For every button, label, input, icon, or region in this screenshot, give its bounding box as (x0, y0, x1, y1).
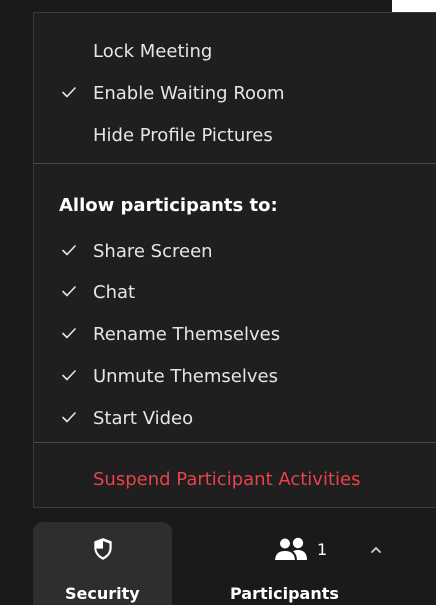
check-icon (61, 367, 77, 383)
menu-item-label: Rename Themselves (93, 324, 281, 345)
section-header: Allow participants to: (59, 195, 278, 216)
shield-icon (90, 536, 116, 566)
menu-divider (34, 163, 436, 164)
window-edge (392, 0, 436, 12)
menu-item-label: Lock Meeting (93, 41, 213, 62)
menu-item-enable-waiting-room[interactable]: Enable Waiting Room (34, 74, 436, 114)
participants-count: 1 (317, 540, 328, 559)
menu-item-share-screen[interactable]: Share Screen (34, 232, 436, 272)
meeting-toolbar: Security 1 Participants (30, 508, 436, 605)
menu-item-lock-meeting[interactable]: Lock Meeting (34, 32, 436, 72)
menu-item-label: Share Screen (93, 241, 213, 262)
menu-item-unmute-themselves[interactable]: Unmute Themselves (34, 357, 436, 397)
security-button-label: Security (65, 584, 140, 603)
menu-item-suspend-participant-activities[interactable]: Suspend Participant Activities (34, 460, 436, 500)
menu-item-label: Hide Profile Pictures (93, 125, 273, 146)
menu-item-label: Start Video (93, 408, 194, 429)
menu-item-hide-profile-pictures[interactable]: Hide Profile Pictures (34, 116, 436, 156)
menu-item-label: Chat (93, 282, 136, 303)
menu-item-label: Suspend Participant Activities (93, 469, 361, 490)
check-icon (61, 325, 77, 341)
people-icon (272, 536, 312, 566)
check-icon (61, 283, 77, 299)
security-menu: Lock Meeting Enable Waiting Room Hide Pr… (33, 12, 436, 508)
chevron-up-icon[interactable] (367, 541, 385, 559)
security-button[interactable]: Security (33, 522, 172, 605)
check-icon (61, 84, 77, 100)
menu-item-chat[interactable]: Chat (34, 273, 436, 313)
menu-item-label: Enable Waiting Room (93, 83, 285, 104)
menu-item-label: Unmute Themselves (93, 366, 278, 387)
check-icon (61, 242, 77, 258)
participants-button[interactable]: 1 Participants (210, 522, 370, 605)
menu-item-start-video[interactable]: Start Video (34, 399, 436, 439)
menu-item-rename-themselves[interactable]: Rename Themselves (34, 315, 436, 355)
check-icon (61, 409, 77, 425)
menu-divider (34, 442, 436, 443)
participants-button-label: Participants (230, 584, 339, 603)
